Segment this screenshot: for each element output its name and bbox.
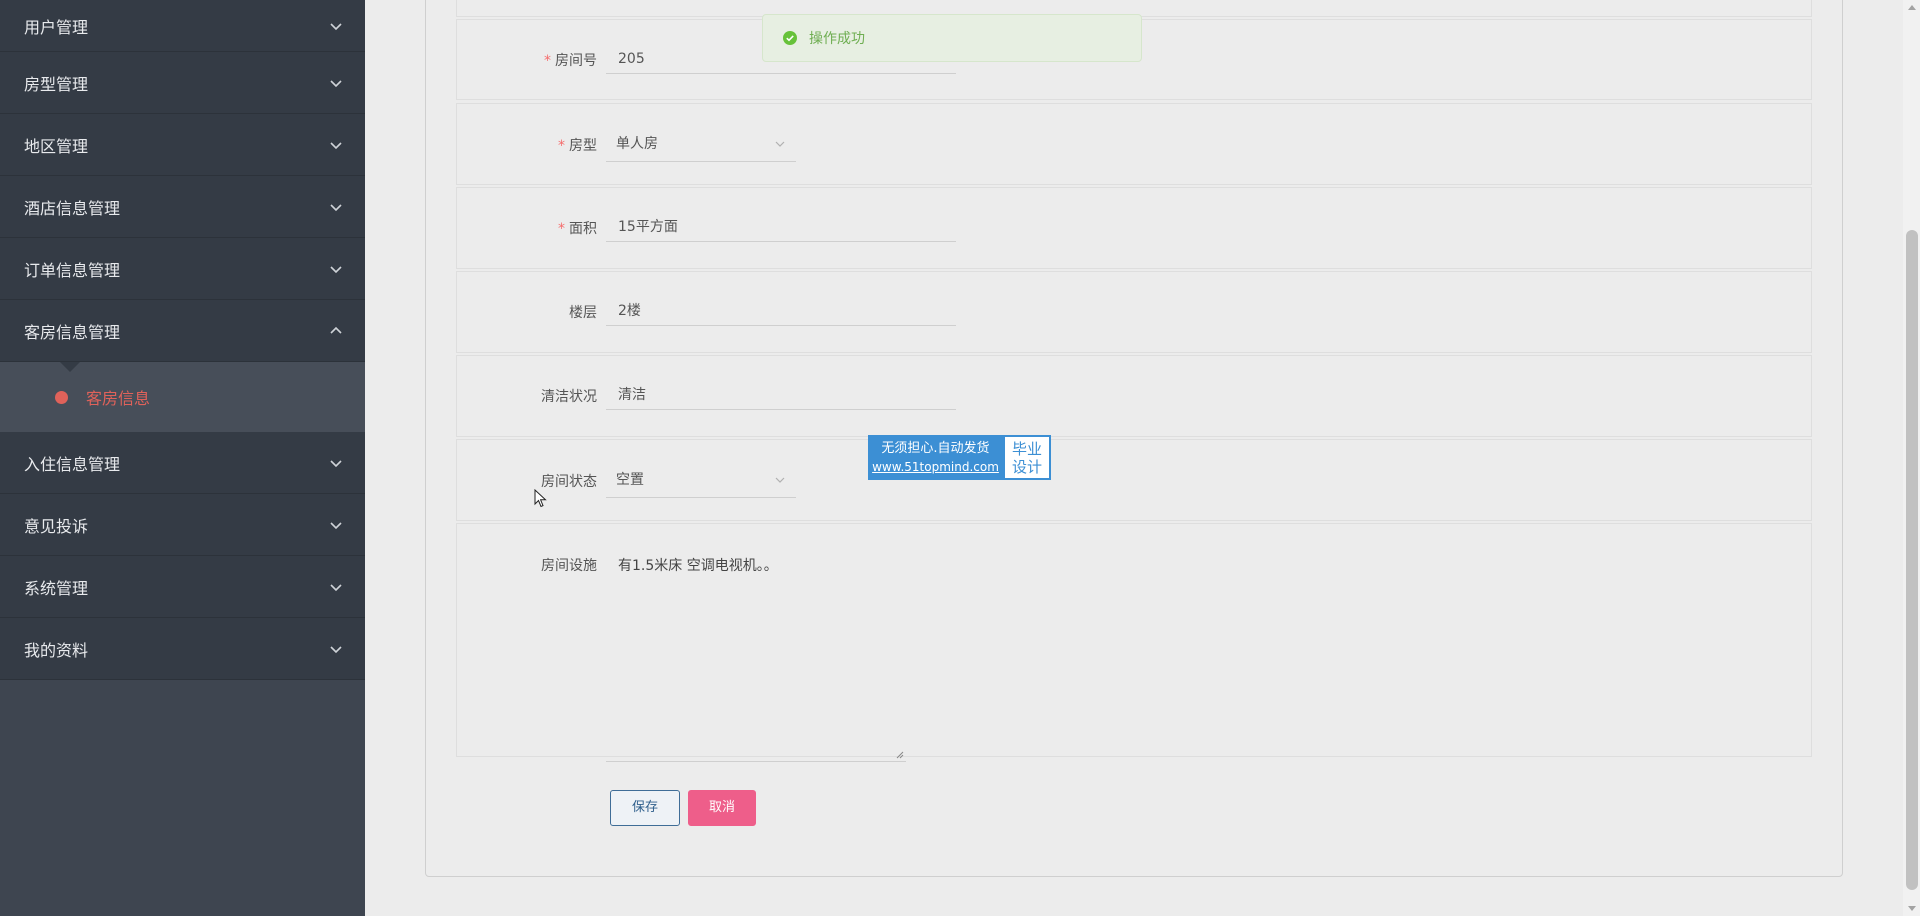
sidebar-item-label: 系统管理 [24, 578, 89, 598]
chevron-down-icon [774, 474, 786, 486]
room-type-label: * 房型 [558, 138, 597, 154]
watermark-badge: 无须担心.自动发货 www.51topmind.com 毕业 设计 [868, 435, 1051, 480]
sidebar-item-label: 入住信息管理 [24, 454, 121, 474]
page-scrollbar[interactable] [1903, 0, 1920, 916]
room-type-select[interactable]: 单人房 [606, 126, 796, 162]
sidebar-item-label: 意见投诉 [24, 516, 89, 536]
chevron-down-icon [329, 76, 343, 90]
chevron-down-icon [329, 200, 343, 214]
sidebar-item-label: 我的资料 [24, 640, 89, 660]
sidebar-item-order[interactable]: 订单信息管理 [0, 238, 365, 300]
chevron-down-icon [774, 138, 786, 150]
room-status-select[interactable]: 空置 [606, 462, 796, 498]
chevron-down-icon [329, 642, 343, 656]
chevron-down-icon [329, 19, 343, 33]
submenu-caret [60, 362, 80, 372]
sidebar-item-checkin[interactable]: 入住信息管理 [0, 432, 365, 494]
scrollbar-thumb[interactable] [1906, 230, 1918, 890]
sidebar-item-region[interactable]: 地区管理 [0, 114, 365, 176]
clean-status-input[interactable]: 清洁 [606, 380, 956, 410]
chevron-down-icon [329, 518, 343, 532]
sidebar-item-label: 地区管理 [24, 136, 89, 156]
mouse-cursor-icon [534, 489, 547, 508]
check-circle-icon [783, 31, 797, 45]
room-number-label: * 房间号 [544, 53, 597, 69]
cancel-button[interactable]: 取消 [688, 790, 756, 826]
watermark-line1: 无须担心.自动发货 [881, 440, 990, 456]
sidebar-item-complaints[interactable]: 意见投诉 [0, 494, 365, 556]
resize-grip-icon[interactable] [896, 751, 904, 759]
sidebar-item-label: 用户管理 [24, 17, 89, 37]
area-input[interactable]: 15平方面 [606, 212, 956, 242]
area-label: * 面积 [558, 221, 597, 237]
scroll-down-icon[interactable] [1908, 906, 1916, 911]
chevron-down-icon [329, 456, 343, 470]
sidebar-subitem-room-info[interactable]: 客房信息 [0, 362, 365, 432]
save-button[interactable]: 保存 [610, 790, 680, 826]
facilities-textarea[interactable]: 有1.5米床 空调电视机。。 [606, 550, 906, 762]
sidebar-item-profile[interactable]: 我的资料 [0, 618, 365, 680]
facilities-label: 房间设施 [541, 558, 597, 574]
watermark-right: 毕业 设计 [1003, 435, 1051, 480]
watermark-left: 无须担心.自动发货 www.51topmind.com [868, 435, 1003, 480]
sidebar: 用户管理 房型管理 地区管理 酒店信息管理 订单信息管理 客房信息管理 客房信息… [0, 0, 365, 916]
sidebar-item-label: 客房信息管理 [24, 322, 121, 342]
scroll-up-icon[interactable] [1908, 5, 1916, 10]
sidebar-item-hotel[interactable]: 酒店信息管理 [0, 176, 365, 238]
active-dot-icon [55, 390, 68, 404]
watermark-right2: 设计 [1011, 457, 1042, 476]
chevron-down-icon [329, 138, 343, 152]
toast-message: 操作成功 [809, 31, 865, 47]
sidebar-item-label: 房型管理 [24, 74, 89, 94]
sidebar-subitem-label: 客房信息 [86, 389, 151, 408]
sidebar-item-user[interactable]: 用户管理 [0, 0, 365, 52]
room-status-label: 房间状态 [541, 474, 597, 490]
sidebar-item-room-type[interactable]: 房型管理 [0, 52, 365, 114]
sidebar-item-system[interactable]: 系统管理 [0, 556, 365, 618]
clean-status-label: 清洁状况 [541, 389, 597, 405]
watermark-right1: 毕业 [1011, 439, 1042, 458]
success-toast: 操作成功 [762, 14, 1142, 62]
floor-label: 楼层 [569, 305, 597, 321]
chevron-down-icon [329, 262, 343, 276]
floor-input[interactable]: 2楼 [606, 296, 956, 326]
sidebar-item-label: 订单信息管理 [24, 260, 121, 280]
chevron-down-icon [329, 580, 343, 594]
sidebar-item-label: 酒店信息管理 [24, 198, 121, 218]
watermark-url: www.51topmind.com [872, 459, 999, 474]
sidebar-item-guest-room[interactable]: 客房信息管理 [0, 300, 365, 362]
chevron-up-icon [329, 324, 343, 338]
